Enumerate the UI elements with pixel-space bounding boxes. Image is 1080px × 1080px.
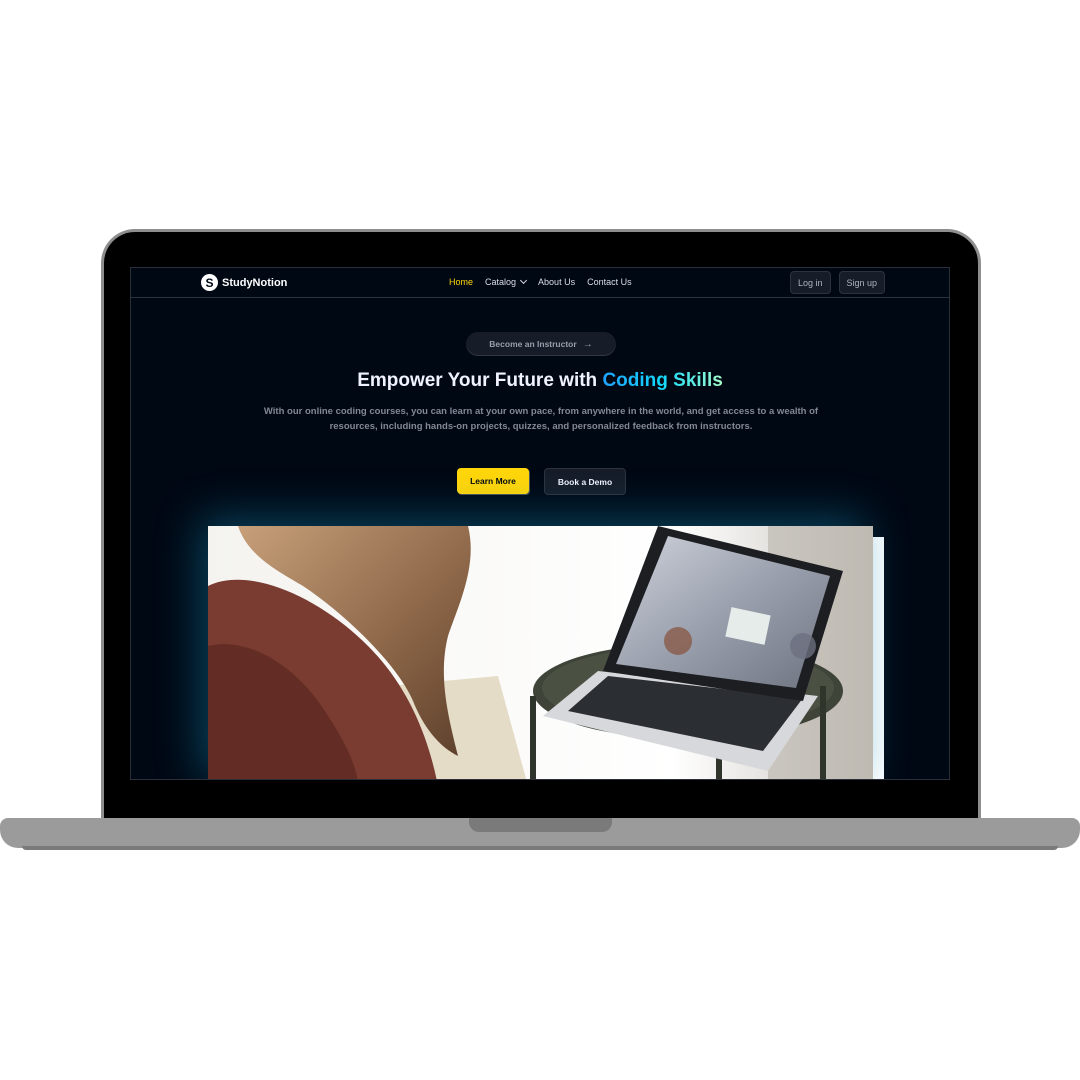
cta-row: Learn More Book a Demo [457,468,626,495]
hero-video[interactable] [208,526,873,779]
nav-link-catalog-label: Catalog [485,277,517,287]
screen: S StudyNotion Home Catalog About Us Cont… [130,267,950,780]
nav-link-home[interactable]: Home [449,277,473,287]
login-button[interactable]: Log in [790,271,831,294]
chevron-down-icon [520,276,528,285]
arrow-right-icon: → [582,338,593,350]
learn-more-button[interactable]: Learn More [457,468,529,494]
laptop-notch [469,818,612,832]
student-laptop-illustration [208,526,873,779]
navbar: S StudyNotion Home Catalog About Us Cont… [131,268,949,298]
hero-video-frame [208,526,873,779]
nav-link-about[interactable]: About Us [538,277,575,287]
nav-link-catalog[interactable]: Catalog [485,276,528,287]
laptop-mockup: S StudyNotion Home Catalog About Us Cont… [0,0,1080,1080]
headline-prefix: Empower Your Future with [357,370,603,391]
hero-subtext: With our online coding courses, you can … [263,406,819,432]
become-instructor-label: Become an Instructor [489,339,577,349]
logo-icon: S [201,274,218,291]
hero-headline: Empower Your Future with Coding Skills [131,370,949,392]
become-instructor-button[interactable]: Become an Instructor → [466,332,616,356]
nav-link-contact[interactable]: Contact Us [587,277,632,287]
nav-links: Home Catalog About Us Contact Us [449,276,632,287]
logo-text: StudyNotion [222,276,288,289]
signup-button[interactable]: Sign up [838,271,886,294]
logo[interactable]: S StudyNotion [201,274,287,291]
book-demo-button[interactable]: Book a Demo [544,468,626,495]
laptop-base-shadow [22,846,1058,850]
auth-buttons: Log in Sign up [790,271,886,294]
headline-accent: Coding Skills [602,370,723,391]
